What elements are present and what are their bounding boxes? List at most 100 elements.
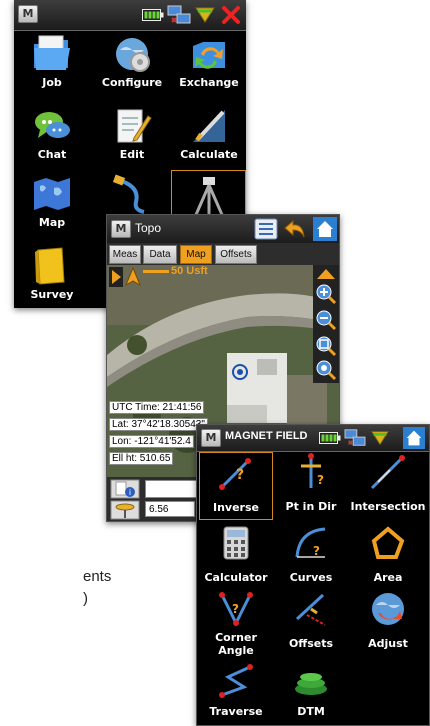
tile-label: Exchange bbox=[179, 76, 239, 89]
tile-area[interactable]: Area bbox=[347, 523, 429, 587]
back-arrow-icon[interactable] bbox=[283, 218, 307, 240]
corner-angle-icon: ? bbox=[219, 592, 253, 627]
intersection-icon bbox=[370, 455, 405, 490]
screen-title: Topo bbox=[135, 221, 162, 235]
tile-corner-angle[interactable]: ? Corner Angle bbox=[199, 589, 273, 661]
scroll-up-icon[interactable] bbox=[315, 267, 337, 281]
menu-button[interactable]: M bbox=[111, 220, 131, 238]
antenna-height-field[interactable]: 6.56 bbox=[145, 501, 195, 517]
tab-meas[interactable]: Meas bbox=[109, 245, 141, 264]
latitude-readout: Lat: 37°42'18.30543" bbox=[109, 418, 208, 431]
point-info-icon[interactable]: i bbox=[110, 479, 140, 499]
tile-label: Intersection bbox=[350, 500, 426, 513]
zoom-out-icon[interactable] bbox=[315, 309, 337, 331]
tile-label: Offsets bbox=[288, 637, 334, 650]
survey-book-icon bbox=[35, 247, 65, 285]
background-text-2: ) bbox=[83, 590, 88, 607]
north-arrow-icon bbox=[124, 267, 142, 287]
tile-label: Corner Angle bbox=[215, 631, 257, 657]
tile-label: Pt in Dir bbox=[285, 500, 337, 513]
tile-label: Traverse bbox=[209, 705, 263, 718]
cable-icon bbox=[112, 174, 145, 214]
tile-curves[interactable]: ? Curves bbox=[275, 523, 347, 587]
tile-inverse[interactable]: ? Inverse bbox=[199, 452, 273, 520]
folder-icon bbox=[34, 35, 70, 70]
field-toolbar: M MAGNET FIELD bbox=[197, 425, 429, 452]
tile-label: Survey bbox=[30, 288, 74, 301]
tile-label: Area bbox=[373, 571, 403, 584]
zoom-current-icon[interactable] bbox=[315, 359, 337, 381]
tile-label: Map bbox=[38, 216, 66, 229]
satellite-signal-icon[interactable] bbox=[369, 429, 391, 447]
tile-pt-in-dir[interactable]: ? Pt in Dir bbox=[275, 452, 347, 520]
tile-label: Calculator bbox=[204, 571, 268, 584]
home-icon[interactable] bbox=[313, 217, 337, 241]
close-icon[interactable] bbox=[221, 5, 241, 25]
list-icon[interactable] bbox=[254, 218, 278, 240]
tile-calculator[interactable]: Calculator bbox=[199, 523, 273, 587]
tile-exchange[interactable]: Exchange bbox=[174, 32, 244, 96]
svg-text:i: i bbox=[129, 488, 131, 497]
tile-map[interactable]: Map bbox=[22, 172, 82, 236]
main-menu-toolbar: M bbox=[14, 0, 246, 31]
topo-toolbar: M Topo bbox=[107, 215, 339, 244]
tile-label: Curves bbox=[289, 571, 333, 584]
tile-configure[interactable]: Configure bbox=[100, 32, 164, 96]
menu-button[interactable]: M bbox=[18, 5, 38, 23]
tile-label: Configure bbox=[101, 76, 163, 89]
svg-text:?: ? bbox=[232, 602, 239, 616]
menu-button[interactable]: M bbox=[201, 429, 221, 447]
point-in-direction-icon: ? bbox=[301, 453, 324, 488]
svg-text:?: ? bbox=[236, 467, 244, 483]
inverse-icon: ? bbox=[219, 458, 251, 490]
tile-job[interactable]: Job bbox=[22, 32, 82, 96]
tile-edit[interactable]: Edit bbox=[100, 104, 164, 168]
antenna-height-icon[interactable] bbox=[110, 500, 140, 520]
tile-chat[interactable]: Chat bbox=[22, 104, 82, 168]
tile-label: Chat bbox=[37, 148, 67, 161]
screen-title: MAGNET FIELD bbox=[225, 430, 308, 442]
utc-time-readout: UTC Time: 21:41:56 bbox=[109, 401, 205, 414]
tile-intersection[interactable]: Intersection bbox=[347, 452, 429, 520]
curves-icon: ? bbox=[295, 527, 326, 558]
tab-offsets[interactable]: Offsets bbox=[215, 245, 257, 264]
tile-traverse[interactable]: Traverse bbox=[199, 661, 273, 725]
background-text-1: ents bbox=[83, 568, 112, 585]
magnet-field-screen: M MAGNET FIELD ? Inverse ? Pt in Dir Int… bbox=[196, 424, 430, 726]
zoom-extents-icon[interactable] bbox=[315, 335, 337, 357]
map-icon bbox=[34, 178, 70, 210]
network-icon[interactable] bbox=[167, 4, 191, 26]
calculator-icon bbox=[223, 526, 249, 560]
tile-offsets[interactable]: Offsets bbox=[275, 589, 347, 653]
zoom-in-icon[interactable] bbox=[315, 283, 337, 305]
position-marker-icon bbox=[232, 364, 248, 380]
chat-icon bbox=[35, 112, 70, 138]
offsets-icon bbox=[295, 593, 326, 626]
home-icon[interactable] bbox=[403, 427, 425, 449]
tab-map[interactable]: Map bbox=[180, 245, 212, 264]
map-pan-arrow-icon[interactable] bbox=[109, 267, 123, 287]
tile-survey[interactable]: Survey bbox=[22, 244, 82, 308]
battery-icon bbox=[319, 432, 341, 444]
point-name-field[interactable] bbox=[145, 480, 197, 498]
tile-label: Job bbox=[42, 76, 62, 89]
tab-data[interactable]: Data bbox=[143, 245, 177, 264]
satellite-signal-icon[interactable] bbox=[194, 5, 216, 25]
tile-adjust[interactable]: Adjust bbox=[347, 589, 429, 653]
scale-label: 50 Usft bbox=[171, 265, 208, 277]
tile-label: Calculate bbox=[180, 148, 238, 161]
longitude-readout: Lon: -121°41'52.4 bbox=[109, 435, 194, 448]
traverse-icon bbox=[219, 664, 253, 698]
battery-icon bbox=[142, 9, 164, 21]
dtm-icon bbox=[295, 673, 327, 695]
ellipsoid-height-readout: Ell ht: 510.65 bbox=[109, 452, 174, 465]
tile-label: Adjust bbox=[368, 637, 408, 650]
topo-tab-bar: Meas Data Map Offsets bbox=[107, 243, 339, 265]
tile-calculate[interactable]: Calculate bbox=[174, 104, 244, 168]
globe-gear-icon bbox=[116, 38, 150, 72]
tile-dtm[interactable]: DTM bbox=[275, 661, 347, 725]
network-icon[interactable] bbox=[344, 428, 366, 448]
map-controls bbox=[313, 265, 339, 383]
tile-label: Inverse bbox=[213, 501, 259, 514]
svg-text:?: ? bbox=[317, 473, 324, 487]
